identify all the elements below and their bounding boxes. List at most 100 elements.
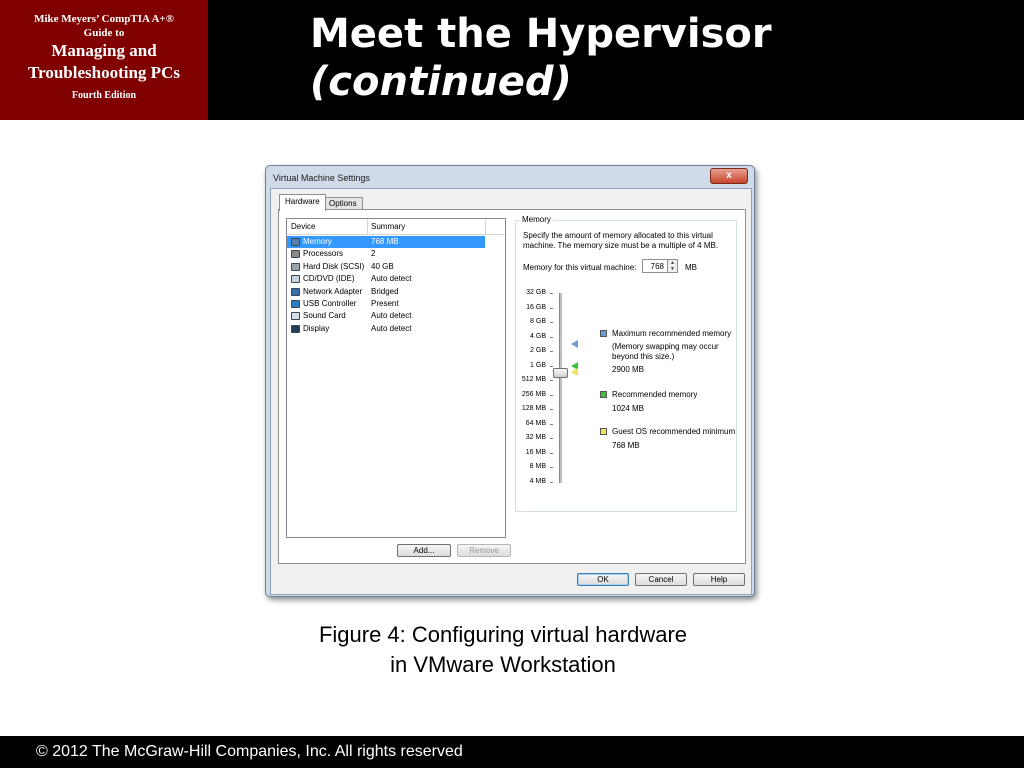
dialog-titlebar[interactable]: Virtual Machine Settings x: [266, 166, 754, 188]
slider-thumb[interactable]: [553, 367, 568, 378]
close-icon: x: [726, 170, 732, 181]
scale-label: 4 MB: [529, 477, 546, 485]
max-recommended-swatch: [600, 330, 607, 337]
legend-guest-minimum: Guest OS recommended minimum 768 MB: [600, 427, 735, 453]
device-row-cd-dvd-ide[interactable]: CD/DVD (IDE) Auto detect: [287, 273, 505, 285]
scale-tick: [550, 394, 553, 396]
device-list[interactable]: Device Summary Memory 768 MB Processors 2 Ha…: [286, 218, 506, 538]
scale-label: 1 GB: [530, 361, 546, 369]
scale-tick: [550, 365, 553, 367]
legend-max-recommended: Maximum recommended memory (Memory swapp…: [600, 329, 735, 377]
device-row-hard-disk-scsi[interactable]: Hard Disk (SCSI) 40 GB: [287, 261, 505, 273]
tab-hardware[interactable]: Hardware: [279, 194, 326, 211]
figure-caption-line2: in VMware Workstation: [390, 652, 616, 677]
guest-minimum-marker-icon: [571, 367, 578, 376]
guest-minimum-label: Guest OS recommended minimum: [612, 427, 736, 436]
hard-disk-icon: [291, 262, 300, 271]
vm-settings-dialog: Virtual Machine Settings x Hardware Opti…: [265, 165, 755, 597]
device-name: USB Controller: [303, 298, 357, 308]
help-button[interactable]: Help: [693, 573, 745, 586]
copyright-text: © 2012 The McGraw-Hill Companies, Inc. A…: [36, 743, 463, 760]
scale-tick: [550, 423, 553, 425]
memory-group-legend: Memory: [520, 215, 553, 224]
device-name: Processors: [303, 249, 344, 259]
add-button[interactable]: Add...: [397, 544, 451, 557]
max-recommended-value: 2900 MB: [612, 365, 645, 374]
memory-input[interactable]: 768: [642, 259, 668, 273]
slide-title: Meet the Hypervisor (continued): [310, 10, 772, 106]
scale-tick: [550, 481, 553, 483]
scale-tick: [550, 336, 553, 338]
recommended-value: 1024 MB: [612, 404, 645, 413]
device-row-usb-controller[interactable]: USB Controller Present: [287, 298, 505, 310]
scale-tick: [550, 380, 553, 381]
device-summary: 40 GB: [371, 261, 394, 271]
memory-slider[interactable]: 32 GB 16 GB 8 GB 4 GB 2 GB 1 GB 512 MB 256 MB 12…: [516, 289, 578, 499]
device-row-sound-card[interactable]: Sound Card Auto detect: [287, 310, 505, 322]
device-row-processors[interactable]: Processors 2: [287, 248, 505, 260]
guest-minimum-swatch: [600, 428, 607, 435]
scale-label: 4 GB: [530, 332, 546, 340]
memory-unit: MB: [685, 263, 697, 272]
scale-tick: [550, 322, 553, 323]
scale-label: 8 MB: [529, 463, 546, 470]
device-list-header: Device Summary: [287, 219, 505, 235]
slide-footer: © 2012 The McGraw-Hill Companies, Inc. A…: [0, 736, 1024, 768]
device-name: Sound Card: [303, 311, 346, 321]
usb-icon: [291, 299, 300, 308]
device-summary: Auto detect: [371, 323, 412, 333]
max-recommended-note: (Memory swapping may occur beyond this s…: [612, 342, 719, 361]
scale-label: 32 MB: [525, 434, 546, 441]
spinner-down-icon[interactable]: ▼: [668, 266, 677, 272]
hardware-tab-panel: Device Summary Memory 768 MB Processors 2 Ha…: [278, 209, 746, 564]
column-divider: [485, 219, 486, 234]
close-button[interactable]: x: [710, 168, 748, 184]
device-summary: 768 MB: [371, 237, 399, 246]
remove-button[interactable]: Remove: [457, 544, 511, 557]
device-name: Memory: [303, 237, 332, 246]
dialog-body: Hardware Options Device Summary Memory 76…: [270, 188, 752, 595]
scale-label: 512 MB: [521, 376, 546, 383]
recommended-swatch: [600, 391, 607, 398]
scale-label: 2 GB: [530, 347, 546, 354]
slide-header: Mike Meyers’ CompTIA A+® Guide to Managi…: [0, 0, 1024, 120]
recommended-label: Recommended memory: [612, 390, 698, 399]
column-device[interactable]: Device: [291, 222, 315, 231]
device-rows: Memory 768 MB Processors 2 Hard Disk (SCSI) 4…: [287, 236, 505, 335]
scale-label: 128 MB: [521, 405, 546, 412]
scale-tick: [550, 438, 553, 439]
scale-label: 32 GB: [526, 289, 546, 296]
scale-label: 16 MB: [525, 448, 546, 456]
cancel-button[interactable]: Cancel: [635, 573, 687, 586]
device-row-memory[interactable]: Memory 768 MB: [287, 236, 485, 249]
memory-field-label: Memory for this virtual machine:: [523, 263, 637, 272]
scale-label: 256 MB: [521, 390, 546, 398]
slide-title-continued: (continued): [310, 59, 572, 105]
cd-dvd-icon: [291, 275, 300, 284]
book-guide-to: Guide to: [83, 27, 125, 39]
memory-spinner[interactable]: ▲ ▼: [668, 259, 678, 273]
memory-group: Memory Specify the amount of memory allo…: [515, 215, 737, 512]
device-summary: 2: [371, 249, 376, 259]
figure-caption-line1: Figure 4: Configuring virtual hardware: [318, 622, 688, 647]
device-summary: Bridged: [371, 286, 399, 296]
device-name: Network Adapter: [303, 286, 363, 296]
scale-tick: [550, 409, 553, 410]
column-summary[interactable]: Summary: [371, 222, 405, 231]
device-row-display[interactable]: Display Auto detect: [287, 323, 505, 335]
max-recommended-label: Maximum recommended memory: [612, 329, 732, 338]
slider-track[interactable]: [559, 293, 562, 483]
book-series: Mike Meyers’ CompTIA A+®: [34, 13, 174, 25]
ok-button[interactable]: OK: [577, 573, 629, 586]
sound-card-icon: [291, 312, 300, 321]
scale-tick: [550, 452, 553, 454]
scale-tick: [550, 467, 553, 468]
device-row-network-adapter[interactable]: Network Adapter Bridged: [287, 286, 505, 298]
dialog-title: Virtual Machine Settings: [273, 173, 370, 183]
device-summary: Auto detect: [371, 274, 412, 284]
processor-icon: [291, 250, 300, 259]
scale-label: 64 MB: [525, 419, 546, 427]
max-recommended-marker-icon: [571, 339, 578, 348]
scale-tick: [550, 351, 553, 352]
book-title-line2: Troubleshooting PCs: [28, 63, 180, 82]
